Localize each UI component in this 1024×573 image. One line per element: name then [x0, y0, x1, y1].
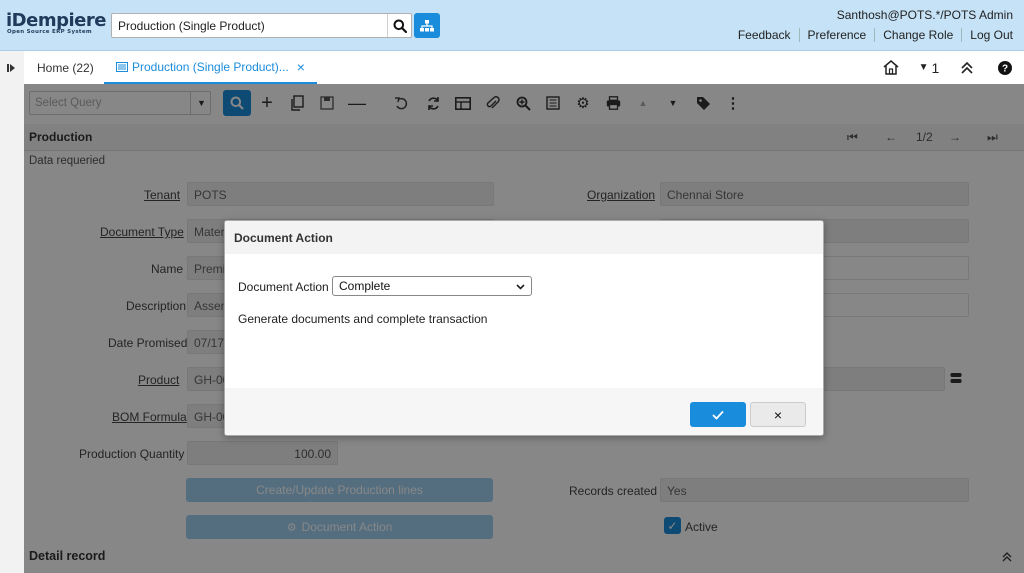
cancel-button[interactable]: × — [750, 402, 806, 427]
window-icon — [116, 61, 128, 72]
history-count: 1 — [931, 59, 940, 76]
dialog-footer: × — [225, 388, 823, 435]
document-action-label: Document Action — [238, 280, 329, 294]
global-search-input[interactable] — [112, 14, 388, 37]
chevron-down-icon — [516, 280, 525, 294]
idempiere-logo[interactable]: iDempiere Open Source ERP System — [6, 11, 108, 39]
expand-sidebar-icon[interactable] — [7, 62, 17, 76]
ok-button[interactable] — [690, 402, 746, 427]
left-rail — [0, 51, 24, 573]
link-divider — [874, 28, 876, 42]
global-search — [111, 13, 412, 38]
selected-option: Complete — [339, 279, 391, 293]
tab-label: Production (Single Product)... — [132, 59, 289, 74]
close-tab-icon[interactable]: × — [297, 59, 305, 75]
home-icon[interactable] — [872, 60, 910, 75]
dialog-title: Document Action — [225, 221, 823, 254]
user-name[interactable]: Santhosh@POTS.*/POTS Admin — [738, 8, 1013, 22]
header-links: Feedback Preference Change Role Log Out — [738, 28, 1013, 42]
help-icon[interactable]: ? — [986, 60, 1024, 75]
document-action-dialog: Document Action Document Action Complete… — [224, 220, 824, 436]
change-role-link[interactable]: Change Role — [883, 28, 953, 42]
window-tabs-bar: Home (22) Production (Single Product)...… — [24, 51, 1024, 84]
action-description: Generate documents and complete transact… — [238, 312, 488, 326]
app-header: iDempiere Open Source ERP System Santhos… — [0, 0, 1024, 51]
link-divider — [798, 28, 800, 42]
menu-tree-icon[interactable] — [414, 13, 440, 38]
feedback-link[interactable]: Feedback — [738, 28, 791, 42]
svg-text:?: ? — [1002, 63, 1008, 74]
document-action-select[interactable]: Complete — [332, 276, 532, 296]
tab-tools: ▼ 1 ? — [872, 51, 1024, 84]
collapse-header-icon[interactable] — [948, 61, 986, 74]
caret-down-icon: ▼ — [918, 62, 929, 73]
logo-text: iDempiere — [6, 10, 106, 31]
log-out-link[interactable]: Log Out — [970, 28, 1013, 42]
link-divider — [961, 28, 963, 42]
tab-home[interactable]: Home (22) — [37, 51, 94, 84]
user-panel: Santhosh@POTS.*/POTS Admin Feedback Pref… — [738, 8, 1013, 42]
history-dropdown[interactable]: ▼ 1 — [910, 60, 948, 76]
tab-production-single-product[interactable]: Production (Single Product)... × — [104, 51, 317, 84]
search-icon[interactable] — [387, 14, 411, 37]
preference-link[interactable]: Preference — [808, 28, 867, 42]
